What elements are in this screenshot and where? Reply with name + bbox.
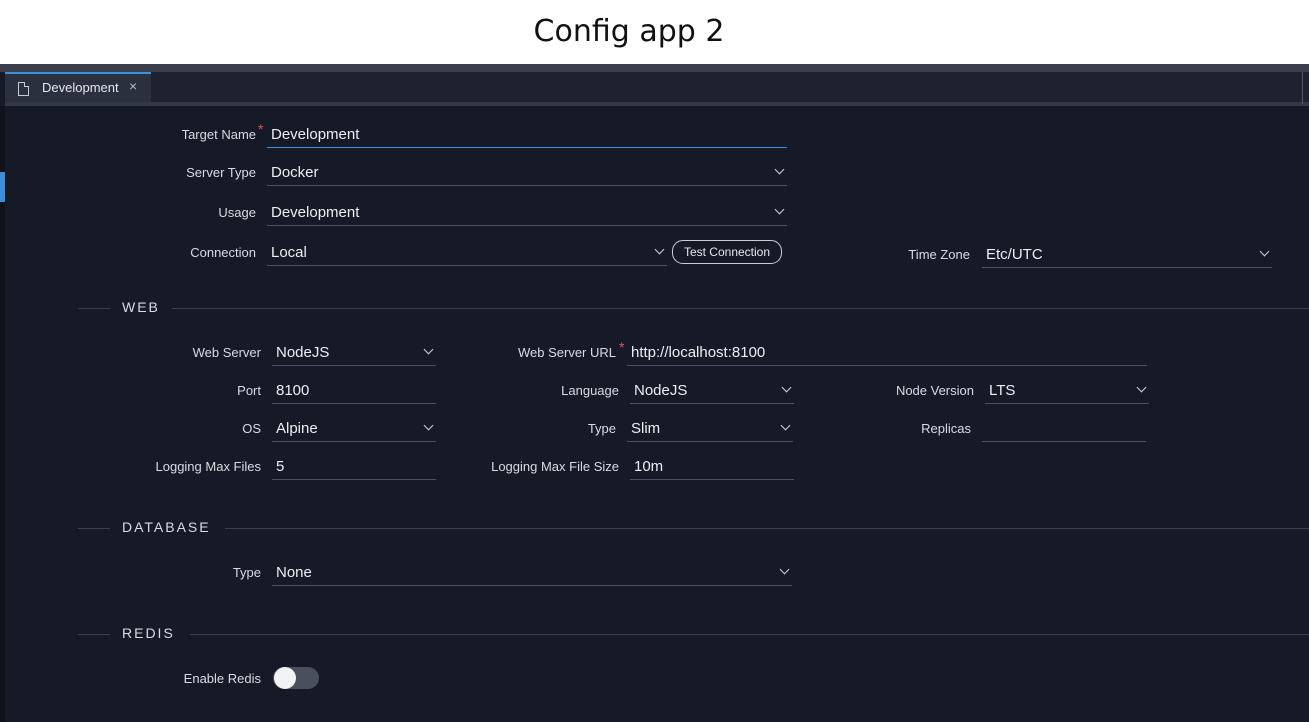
- web-type-value: Slim: [631, 420, 661, 437]
- redis-section-title: REDIS: [122, 625, 175, 641]
- usage-label: Usage: [218, 205, 256, 220]
- logging-max-file-size-label: Logging Max File Size: [491, 459, 619, 474]
- web-server-select[interactable]: NodeJS: [272, 340, 436, 366]
- section-divider: [78, 528, 110, 529]
- logging-max-file-size-value: 10m: [634, 458, 664, 475]
- logging-max-files-input[interactable]: 5: [272, 454, 436, 480]
- web-server-url-label: Web Server URL: [517, 345, 616, 360]
- node-version-label: Node Version: [895, 383, 974, 398]
- logging-max-files-label: Logging Max Files: [155, 459, 262, 474]
- test-connection-button[interactable]: Test Connection: [672, 240, 782, 264]
- port-value: 8100: [276, 382, 310, 399]
- connection-label: Connection: [190, 245, 256, 260]
- chevron-down-icon: [780, 420, 791, 431]
- replicas-label: Replicas: [921, 421, 971, 436]
- node-version-select[interactable]: LTS: [985, 378, 1149, 404]
- toggle-knob: [274, 667, 296, 689]
- tab-bar: Development ×: [5, 72, 1309, 106]
- node-version-value: LTS: [989, 382, 1016, 399]
- tab-label: Development: [42, 80, 119, 95]
- web-server-url-value: http://localhost:8100: [631, 344, 766, 361]
- chevron-down-icon: [1136, 382, 1147, 393]
- left-active-marker: [0, 172, 5, 202]
- app-window: Development × Target Name * Development …: [0, 64, 1309, 722]
- server-type-label: Server Type: [186, 165, 256, 180]
- close-icon[interactable]: ×: [129, 78, 137, 94]
- top-strip: [0, 64, 1309, 72]
- chevron-down-icon: [781, 382, 792, 393]
- web-type-label: Type: [587, 421, 616, 436]
- required-marker: *: [619, 339, 625, 355]
- tab-development[interactable]: Development ×: [5, 72, 151, 102]
- usage-select[interactable]: Development: [267, 200, 787, 226]
- logging-max-files-value: 5: [276, 458, 285, 475]
- chevron-down-icon: [423, 344, 434, 355]
- database-type-label: Type: [232, 565, 261, 580]
- chevron-down-icon: [779, 564, 790, 575]
- target-name-label: Target Name: [181, 127, 256, 142]
- language-label: Language: [561, 383, 619, 398]
- web-server-value: NodeJS: [276, 344, 330, 361]
- section-divider: [190, 634, 1309, 635]
- web-server-label: Web Server: [192, 345, 261, 360]
- port-label: Port: [237, 383, 261, 398]
- connection-select[interactable]: Local: [267, 240, 667, 266]
- server-type-value: Docker: [271, 164, 319, 181]
- chevron-down-icon: [774, 164, 785, 175]
- usage-value: Development: [271, 204, 360, 221]
- web-section-title: WEB: [122, 299, 160, 315]
- logging-max-file-size-input[interactable]: 10m: [630, 454, 794, 480]
- chevron-down-icon: [774, 204, 785, 215]
- database-section-title: DATABASE: [122, 519, 211, 535]
- tab-bar-divider: [1302, 72, 1303, 104]
- port-input[interactable]: 8100: [272, 378, 436, 404]
- replicas-input[interactable]: [982, 416, 1146, 442]
- section-divider: [172, 308, 1309, 309]
- enable-redis-label: Enable Redis: [183, 671, 261, 686]
- language-select[interactable]: NodeJS: [630, 378, 794, 404]
- language-value: NodeJS: [634, 382, 688, 399]
- caption-title: Config app 2: [533, 14, 725, 49]
- chevron-down-icon: [1259, 246, 1270, 257]
- database-type-select[interactable]: None: [272, 560, 792, 586]
- time-zone-select[interactable]: Etc/UTC: [982, 242, 1272, 268]
- web-server-url-input[interactable]: http://localhost:8100: [627, 340, 1147, 366]
- database-type-value: None: [276, 564, 312, 581]
- required-marker: *: [258, 121, 264, 137]
- target-name-input[interactable]: Development: [267, 122, 787, 148]
- os-label: OS: [242, 421, 261, 436]
- chevron-down-icon: [654, 244, 665, 255]
- time-zone-label: Time Zone: [908, 247, 970, 262]
- chevron-down-icon: [423, 420, 434, 431]
- section-divider: [78, 308, 110, 309]
- time-zone-value: Etc/UTC: [986, 246, 1043, 263]
- server-type-select[interactable]: Docker: [267, 160, 787, 186]
- enable-redis-toggle[interactable]: [273, 667, 319, 689]
- web-type-select[interactable]: Slim: [627, 416, 793, 442]
- section-divider: [225, 528, 1309, 529]
- connection-value: Local: [271, 244, 307, 261]
- section-divider: [78, 634, 110, 635]
- document-icon: [18, 82, 29, 96]
- caption-bar: Config app 2: [0, 0, 1309, 64]
- target-name-value: Development: [271, 126, 360, 143]
- os-select[interactable]: Alpine: [272, 416, 436, 442]
- os-value: Alpine: [276, 420, 318, 437]
